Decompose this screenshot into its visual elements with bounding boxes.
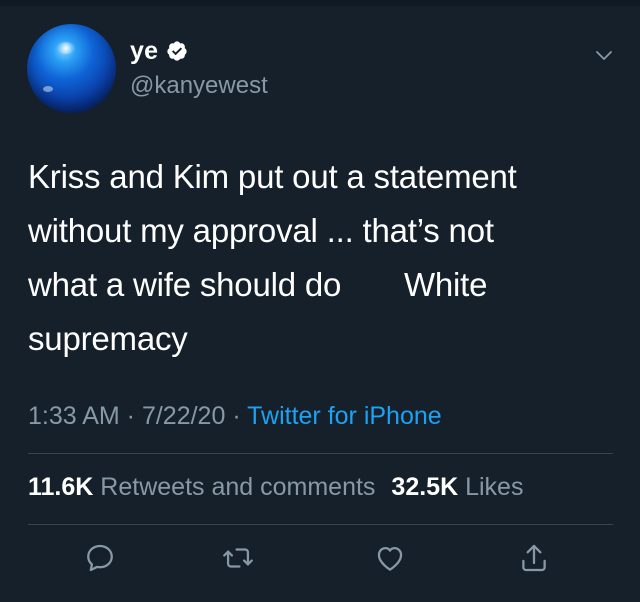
tweet-source-link[interactable]: Twitter for iPhone	[247, 402, 442, 430]
tweet-actions	[0, 538, 640, 588]
tweet-text-line: Kriss and Kim put out a statement	[28, 158, 517, 195]
tweet-detail-view: ye @kanyewest Kriss and Kim put out a st…	[0, 0, 640, 602]
display-name[interactable]: ye	[130, 37, 158, 66]
likes-stat[interactable]: 32.5K Likes	[391, 473, 523, 501]
retweets-label: Retweets and comments	[100, 473, 376, 501]
avatar[interactable]	[27, 24, 116, 113]
tweet-text-line: supremacy	[28, 320, 188, 357]
divider	[28, 453, 613, 454]
chevron-down-icon[interactable]	[592, 44, 616, 68]
retweet-icon[interactable]	[218, 538, 258, 578]
tweet-date: 7/22/20	[141, 402, 226, 430]
tweet-text: Kriss and Kim put out a statement withou…	[28, 150, 608, 366]
avatar-highlight-secondary	[43, 86, 53, 92]
share-icon[interactable]	[514, 538, 554, 578]
retweets-count: 11.6K	[28, 473, 94, 501]
meta-separator: ·	[225, 402, 248, 430]
reply-icon[interactable]	[80, 538, 120, 578]
likes-label: Likes	[465, 473, 524, 501]
avatar-highlight	[57, 42, 75, 54]
tweet-time: 1:33 AM	[28, 402, 120, 430]
tweet-stats: 11.6K Retweets and comments 32.5K Likes	[28, 473, 523, 502]
tweet-meta: 1:33 AM · 7/22/20 · Twitter for iPhone	[28, 402, 442, 431]
user-name-row: ye	[130, 36, 188, 66]
top-edge	[0, 0, 640, 6]
tweet-text-line: without my approval ... that’s not	[28, 212, 494, 249]
heart-icon[interactable]	[370, 538, 410, 578]
tweet-text-line: what a wife should do White	[28, 266, 488, 303]
user-handle[interactable]: @kanyewest	[130, 72, 268, 100]
meta-separator: ·	[119, 402, 142, 430]
divider	[28, 524, 613, 525]
retweets-stat[interactable]: 11.6K Retweets and comments	[28, 473, 375, 501]
verified-badge-icon	[166, 40, 188, 62]
likes-count: 32.5K	[391, 473, 459, 501]
